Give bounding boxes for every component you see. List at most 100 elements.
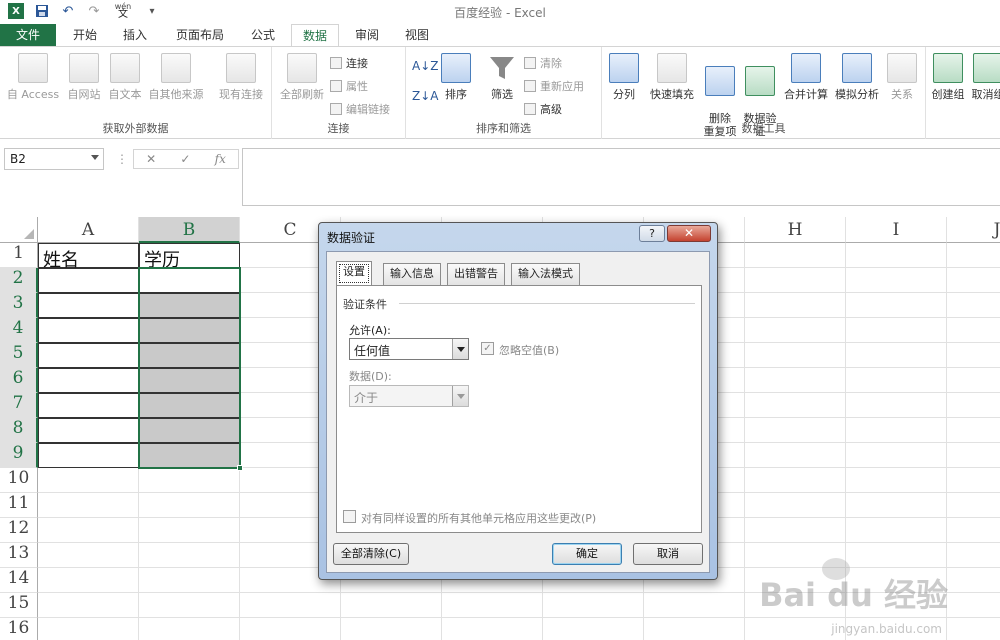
- cell-a3[interactable]: [38, 293, 139, 318]
- tab-error-alert[interactable]: 出错警告: [447, 263, 505, 285]
- reapply-icon: [524, 80, 536, 92]
- group-label-sort: 排序和筛选: [476, 122, 531, 135]
- filter-button[interactable]: 筛选: [482, 53, 522, 102]
- cell-a6[interactable]: [38, 368, 139, 393]
- name-box[interactable]: B2: [4, 148, 104, 170]
- row-header-1[interactable]: 1: [0, 243, 38, 268]
- from-other-sources-button[interactable]: 自其他来源: [145, 53, 207, 102]
- close-icon[interactable]: ✕: [667, 225, 711, 242]
- group-button[interactable]: 创建组: [930, 53, 966, 102]
- allow-select[interactable]: 任何值: [349, 338, 469, 360]
- cancel-entry-icon[interactable]: ✕: [146, 152, 156, 166]
- ignore-blank-checkbox[interactable]: ✓: [481, 342, 494, 355]
- refresh-all-button[interactable]: 全部刷新: [274, 53, 330, 102]
- flash-fill-icon: [657, 53, 687, 83]
- cell-a5[interactable]: [38, 343, 139, 368]
- consolidate-button[interactable]: 合并计算: [780, 53, 832, 102]
- from-text-button[interactable]: 自文本: [105, 53, 145, 102]
- row-header-12[interactable]: 12: [0, 518, 38, 543]
- row-header-7[interactable]: 7: [0, 393, 38, 418]
- group-label-external: 获取外部数据: [102, 122, 169, 135]
- advanced-filter-button[interactable]: 高级: [524, 101, 562, 117]
- access-icon: [18, 53, 48, 83]
- connections-button[interactable]: 连接: [330, 55, 368, 71]
- from-access-button[interactable]: 自 Access: [4, 53, 62, 102]
- tab-ime-mode[interactable]: 输入法模式: [511, 263, 580, 285]
- window-title: 百度经验 - Excel: [454, 6, 546, 20]
- data-validation-dialog: 数据验证 ? ✕ 设置 输入信息 出错警告 输入法模式 验证条件 允许(A): …: [318, 222, 718, 580]
- column-header-a[interactable]: A: [38, 217, 139, 243]
- fill-handle[interactable]: [237, 465, 243, 471]
- tab-view[interactable]: 视图: [394, 24, 440, 47]
- clear-filter-button[interactable]: 清除: [524, 55, 562, 71]
- tab-input-message[interactable]: 输入信息: [383, 263, 441, 285]
- row-header-15[interactable]: 15: [0, 593, 38, 618]
- row-header-9[interactable]: 9: [0, 443, 38, 468]
- tab-file[interactable]: 文件: [0, 24, 56, 47]
- data-select[interactable]: 介于: [349, 385, 469, 407]
- column-header-b[interactable]: B: [139, 217, 240, 243]
- text-to-columns-button[interactable]: 分列: [606, 53, 642, 102]
- row-header-11[interactable]: 11: [0, 493, 38, 518]
- reapply-button[interactable]: 重新应用: [524, 78, 584, 94]
- sort-icon: [441, 53, 471, 83]
- formula-input[interactable]: [242, 148, 1000, 206]
- chevron-down-icon: [452, 339, 468, 359]
- tab-insert[interactable]: 插入: [112, 24, 158, 47]
- row-header-14[interactable]: 14: [0, 568, 38, 593]
- row-header-6[interactable]: 6: [0, 368, 38, 393]
- properties-button[interactable]: 属性: [330, 78, 368, 94]
- clear-all-button[interactable]: 全部清除(C): [333, 543, 409, 565]
- row-header-10[interactable]: 10: [0, 468, 38, 493]
- insert-function-icon[interactable]: fx: [215, 152, 226, 166]
- cell-b1[interactable]: 学历: [139, 243, 240, 271]
- tab-data[interactable]: 数据: [291, 24, 339, 47]
- cell-a1[interactable]: 姓名: [38, 243, 139, 271]
- validation-criteria-label: 验证条件: [343, 298, 387, 311]
- dialog-body: 设置 输入信息 出错警告 输入法模式 验证条件 允许(A): 任何值 ✓ 忽略空…: [326, 251, 710, 573]
- cell-a8[interactable]: [38, 418, 139, 443]
- row-header-8[interactable]: 8: [0, 418, 38, 443]
- group-sort-filter: A↓Z Z↓A 排序 筛选 清除 重新应用 高级 排序和筛选: [406, 47, 602, 139]
- connections-icon: [330, 57, 342, 69]
- row-header-3[interactable]: 3: [0, 293, 38, 318]
- cell-a4[interactable]: [38, 318, 139, 343]
- tab-settings[interactable]: 设置: [336, 261, 372, 286]
- sort-za-icon[interactable]: Z↓A: [412, 89, 438, 103]
- text-file-icon: [110, 53, 140, 83]
- row-header-2[interactable]: 2: [0, 268, 38, 293]
- help-icon[interactable]: ?: [639, 225, 665, 242]
- row-header-5[interactable]: 5: [0, 343, 38, 368]
- row-header-16[interactable]: 16: [0, 618, 38, 640]
- column-header-j[interactable]: J: [947, 217, 1000, 243]
- cell-a9[interactable]: [38, 443, 139, 468]
- edit-links-button[interactable]: 编辑链接: [330, 101, 390, 117]
- relationships-button[interactable]: 关系: [884, 53, 920, 102]
- what-if-analysis-button[interactable]: 模拟分析: [832, 53, 882, 102]
- tab-page-layout[interactable]: 页面布局: [166, 24, 234, 47]
- tab-home[interactable]: 开始: [62, 24, 108, 47]
- confirm-entry-icon[interactable]: ✓: [180, 152, 190, 166]
- ok-button[interactable]: 确定: [552, 543, 622, 565]
- advanced-filter-icon: [524, 103, 536, 115]
- row-header-13[interactable]: 13: [0, 543, 38, 568]
- existing-connections-button[interactable]: 现有连接: [214, 53, 268, 102]
- cell-a2[interactable]: [38, 268, 139, 293]
- sort-az-icon[interactable]: A↓Z: [412, 59, 438, 73]
- apply-to-all-checkbox[interactable]: [343, 510, 356, 523]
- cell-a7[interactable]: [38, 393, 139, 418]
- cancel-button[interactable]: 取消: [633, 543, 703, 565]
- chevron-down-icon: [452, 386, 468, 406]
- ungroup-button[interactable]: 取消组: [968, 53, 1000, 102]
- tab-formulas[interactable]: 公式: [240, 24, 286, 47]
- from-web-button[interactable]: 自网站: [64, 53, 104, 102]
- column-header-i[interactable]: I: [846, 217, 947, 243]
- column-header-h[interactable]: H: [745, 217, 846, 243]
- flash-fill-button[interactable]: 快速填充: [644, 53, 700, 102]
- select-all-corner[interactable]: [0, 217, 38, 243]
- sort-button[interactable]: 排序: [436, 53, 476, 102]
- selection-range-b2-b9: [138, 267, 241, 469]
- row-header-4[interactable]: 4: [0, 318, 38, 343]
- settings-panel: 验证条件 允许(A): 任何值 ✓ 忽略空值(B) 数据(D): 介于 对有同样…: [336, 285, 702, 533]
- tab-review[interactable]: 审阅: [344, 24, 390, 47]
